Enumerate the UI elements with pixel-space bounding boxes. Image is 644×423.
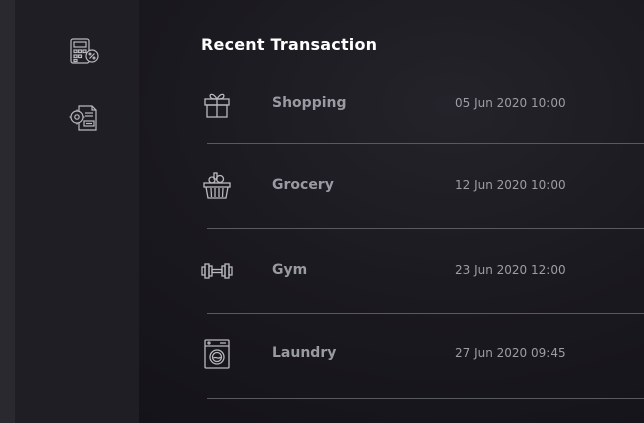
transaction-name: Grocery <box>272 177 334 193</box>
row-divider <box>207 143 644 144</box>
page-title: Recent Transaction <box>201 35 378 54</box>
transaction-date: 12 Jun 2020 10:00 <box>455 178 566 192</box>
washing-machine-icon <box>199 336 235 372</box>
sidebar <box>15 0 139 423</box>
transaction-row[interactable]: Grocery 12 Jun 2020 10:00 <box>139 166 644 206</box>
grocery-basket-icon <box>199 168 235 204</box>
row-divider <box>207 313 644 314</box>
transaction-name: Gym <box>272 262 308 278</box>
transaction-row[interactable]: Shopping 05 Jun 2020 10:00 <box>139 84 644 124</box>
row-divider <box>207 228 644 229</box>
row-divider <box>207 398 644 399</box>
transaction-name: Shopping <box>272 95 347 111</box>
calculator-percent-icon[interactable] <box>67 35 101 69</box>
main-panel: Recent Transaction Shopping 05 Jun 2020 … <box>139 0 644 423</box>
app-window: Recent Transaction Shopping 05 Jun 2020 … <box>0 0 644 423</box>
dumbbell-icon <box>199 253 235 289</box>
transaction-date: 27 Jun 2020 09:45 <box>455 346 566 360</box>
left-edge-panel <box>0 0 15 423</box>
transaction-name: Laundry <box>272 345 337 361</box>
transaction-date: 05 Jun 2020 10:00 <box>455 96 566 110</box>
settings-document-icon[interactable] <box>67 101 101 135</box>
transaction-row[interactable]: Gym 23 Jun 2020 12:00 <box>139 251 644 291</box>
transaction-row[interactable]: Laundry 27 Jun 2020 09:45 <box>139 334 644 374</box>
transaction-date: 23 Jun 2020 12:00 <box>455 263 566 277</box>
gift-icon <box>199 86 235 122</box>
